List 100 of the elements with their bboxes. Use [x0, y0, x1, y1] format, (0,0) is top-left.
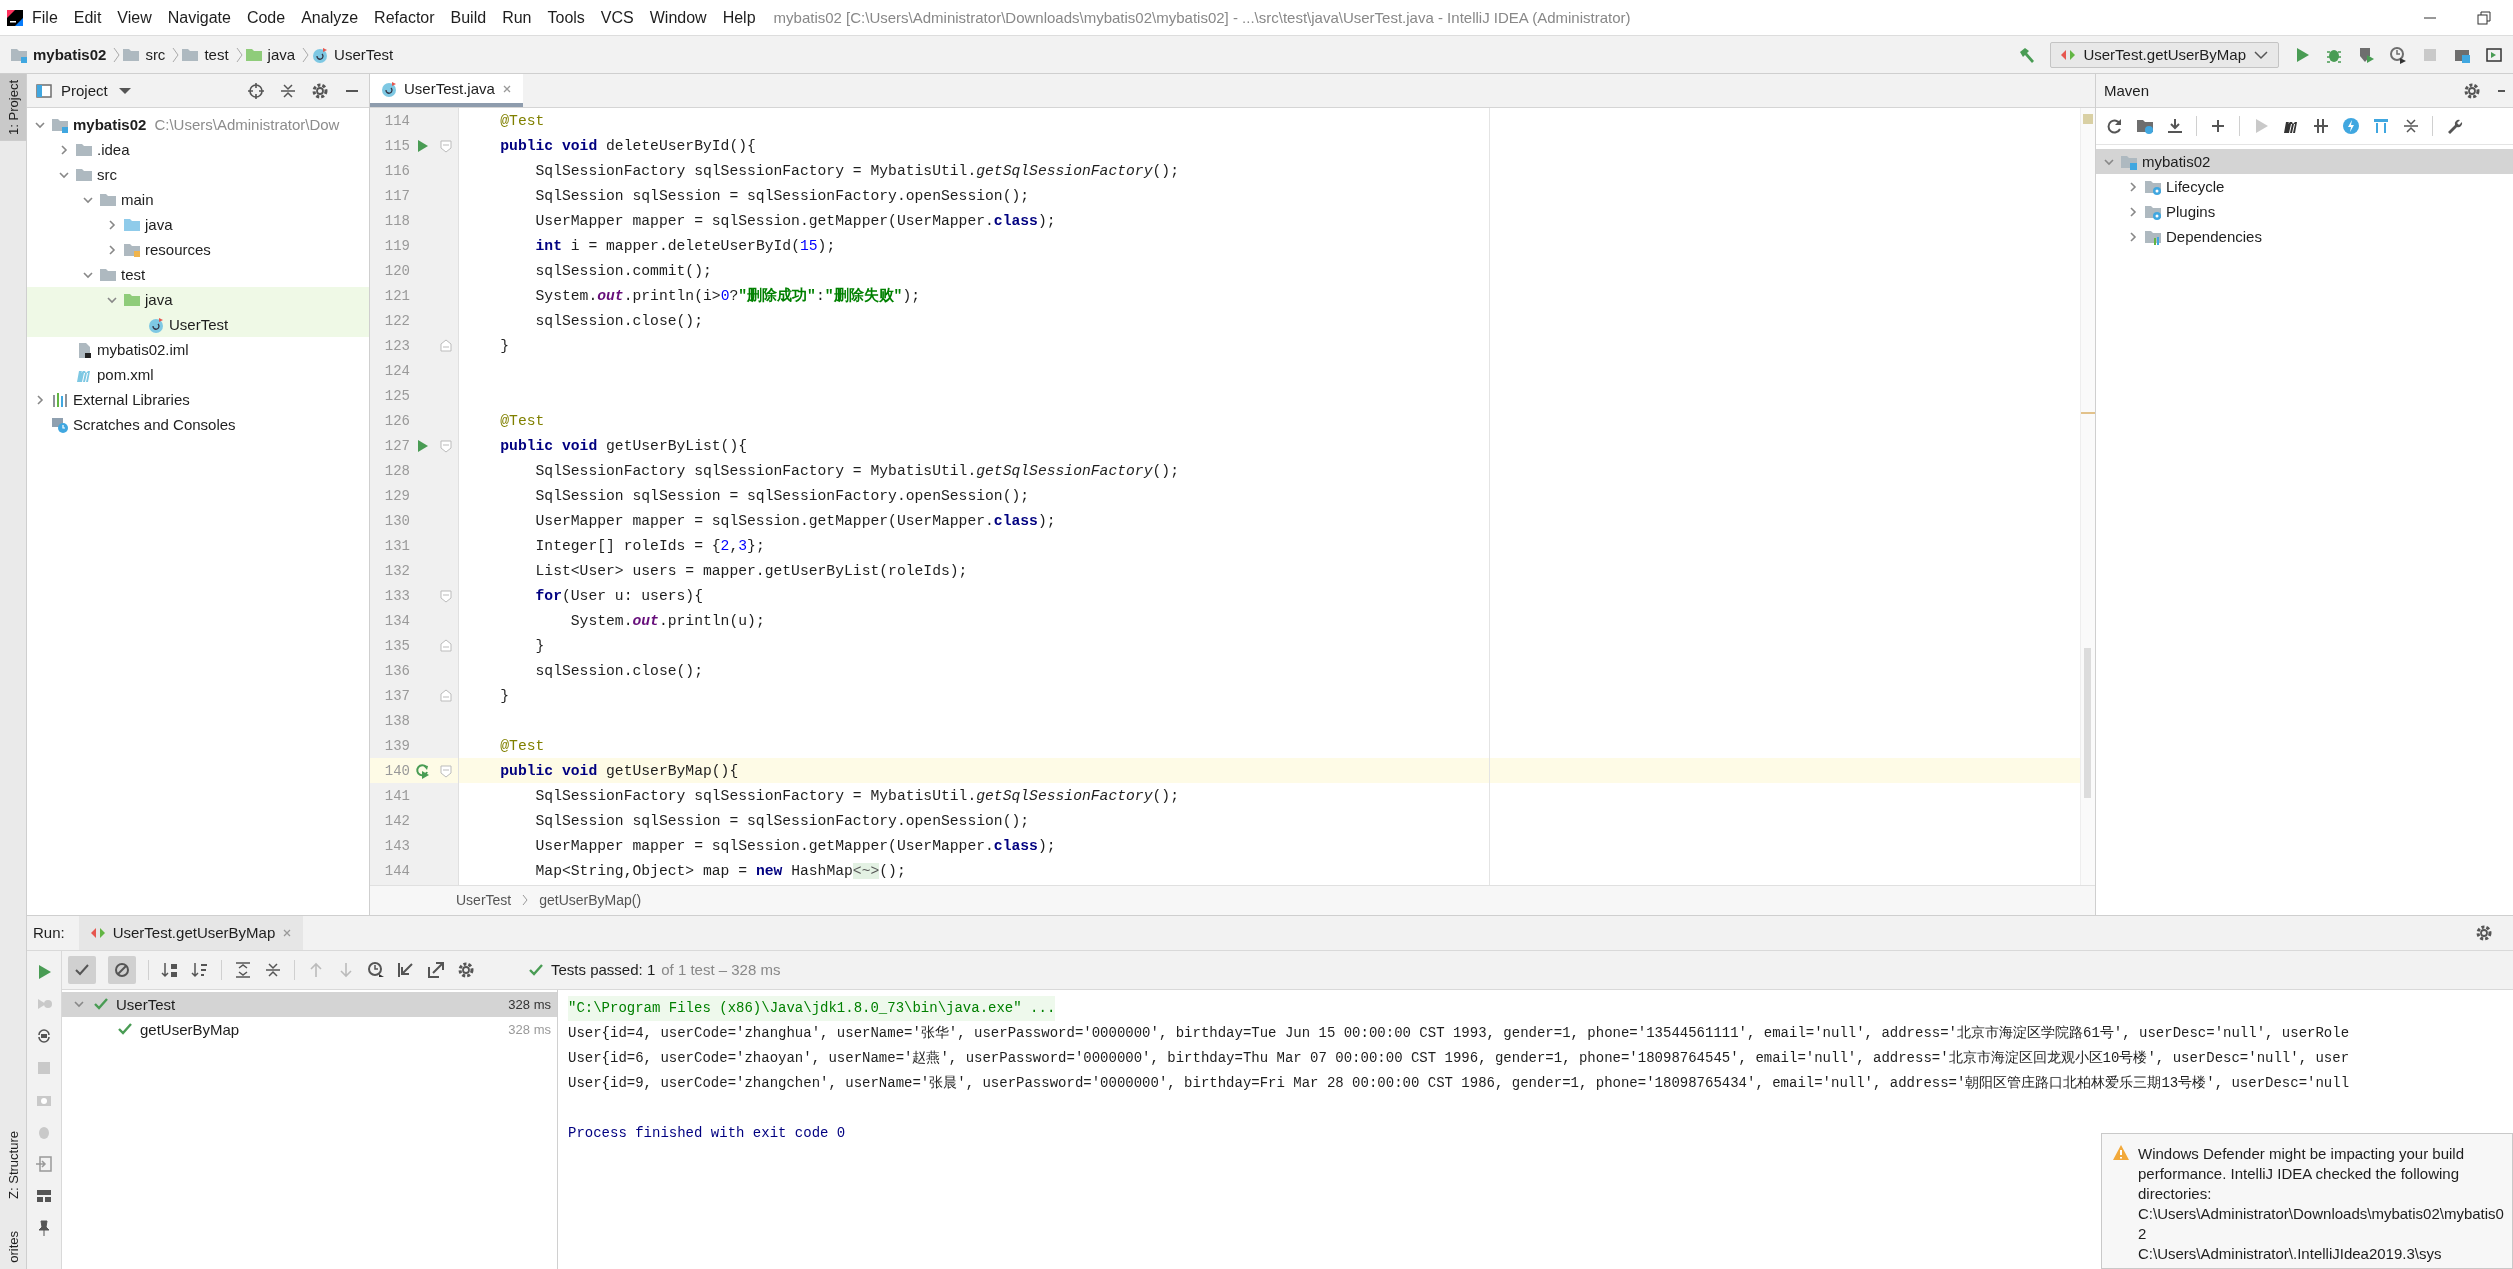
menu-item[interactable]: Tools — [539, 8, 593, 27]
line-number: 134 — [383, 612, 410, 629]
menu-item[interactable]: Run — [494, 8, 540, 27]
line-number: 143 — [383, 837, 410, 854]
tree-item[interactable]: test — [27, 262, 369, 287]
line-number: 137 — [383, 687, 410, 704]
code-line: } — [534, 636, 546, 656]
tree-item[interactable]: main — [27, 187, 369, 212]
line-number: 129 — [383, 487, 410, 504]
class-icon — [380, 79, 398, 98]
collapse-all-icon[interactable] — [264, 960, 282, 979]
code-line: } — [499, 336, 511, 356]
show-passed-toggle[interactable] — [68, 955, 96, 984]
menu-item[interactable]: VCS — [592, 8, 642, 27]
tool-window-tab[interactable]: Z: Structure — [5, 1125, 21, 1206]
profile-icon[interactable] — [2389, 45, 2407, 64]
lightning-icon[interactable] — [2342, 117, 2360, 135]
project-view-icon — [35, 81, 53, 100]
coverage-icon[interactable] — [2357, 45, 2375, 64]
editor-tab[interactable]: UserTest.java — [370, 74, 523, 107]
scrollbar-thumb[interactable] — [2084, 648, 2091, 798]
breadcrumb-item[interactable]: UserTest — [456, 892, 512, 909]
tree-item[interactable]: src — [27, 162, 369, 187]
line-number: 122 — [383, 312, 410, 329]
run-config-dropdown[interactable]: UserTest.getUserByMap — [2050, 41, 2279, 68]
tree-item[interactable]: mybatis02 C:\Users\Administrator\Dow — [27, 112, 369, 137]
tool-window-tab[interactable]: orites — [5, 1225, 21, 1269]
breadcrumb-item[interactable]: java — [244, 45, 296, 64]
line-number: 121 — [383, 287, 410, 304]
tree-item[interactable]: java — [27, 287, 369, 312]
run-tab[interactable]: UserTest.getUserByMap — [78, 915, 304, 950]
line-number: 127 — [383, 437, 410, 454]
collapse-all-icon[interactable] — [279, 81, 297, 100]
window-layout-icon[interactable] — [2485, 45, 2503, 64]
sort-alpha-icon[interactable] — [161, 960, 179, 979]
menu-item[interactable]: Edit — [65, 8, 110, 27]
toggle-auto-test-icon[interactable] — [35, 1026, 53, 1045]
show-dependencies-icon[interactable] — [2372, 117, 2390, 135]
menu-item[interactable]: Help — [714, 8, 764, 27]
project-tool-tab[interactable]: 1: Project — [0, 74, 26, 141]
history-icon[interactable] — [367, 960, 385, 979]
menu-item[interactable]: View — [109, 8, 160, 27]
test-tree-row[interactable]: UserTest 328 ms — [62, 991, 557, 1017]
menu-item[interactable]: Refactor — [366, 8, 443, 27]
tree-item[interactable]: Plugins — [2096, 199, 2513, 224]
breadcrumb-item[interactable]: getUserByMap() — [539, 892, 642, 909]
hammer-icon[interactable] — [2018, 45, 2037, 64]
restore-icon[interactable] — [2475, 8, 2493, 27]
tree-item[interactable]: Scratches and Consoles — [27, 412, 369, 437]
line-number: 139 — [383, 737, 410, 754]
code-line: List<User> users = mapper.getUserByList(roleIds); — [534, 561, 969, 581]
breadcrumb-item[interactable]: src — [122, 45, 166, 64]
tree-item[interactable]: External Libraries — [27, 387, 369, 412]
code-line: public void deleteUserById(){ — [499, 136, 757, 156]
exit-icon[interactable] — [35, 1154, 53, 1173]
reload-icon[interactable] — [2106, 117, 2124, 135]
menu-item[interactable]: Build — [442, 8, 495, 27]
import-icon[interactable] — [397, 960, 415, 979]
locate-icon[interactable] — [247, 81, 265, 100]
settings-icon[interactable] — [311, 81, 329, 100]
menu-item[interactable]: File — [24, 8, 66, 27]
menu-item[interactable]: Navigate — [159, 8, 239, 27]
code-line: SqlSession sqlSession = sqlSessionFactory.openSession(); — [534, 811, 1031, 831]
code-line: UserMapper mapper = sqlSession.getMapper(UserMapper.class); — [534, 511, 1057, 531]
breadcrumb-item[interactable]: UserTest — [311, 45, 394, 64]
tree-item[interactable]: mybatis02 — [2096, 149, 2513, 174]
menu-item[interactable]: Code — [238, 8, 294, 27]
breadcrumb-item[interactable]: test — [181, 45, 229, 64]
code-line: sqlSession.commit(); — [534, 261, 713, 281]
expand-all-icon[interactable] — [234, 960, 252, 979]
add-icon[interactable] — [2209, 117, 2227, 135]
console-line: User{id=9, userCode='zhangchen', userName='张晨', userPassword='0000000', birthday=Fri Mar 28 00:00:00 CST 1986, gender=1, phone='18098765434', email='null', address='朝阳区管庄路口北柏林爱乐三期13号楼', userDesc='null — [568, 1074, 2350, 1094]
directory-path: C:\Users\Administrator\.IntelliJIdea2019.3\sys — [2138, 1244, 2443, 1264]
tree-item[interactable]: mybatis02.iml — [27, 337, 369, 362]
collapse-all-icon[interactable] — [2402, 117, 2420, 135]
panel-title: Maven — [2104, 82, 2150, 99]
show-ignored-toggle[interactable] — [108, 955, 136, 984]
line-number: 123 — [383, 337, 410, 354]
sort-duration-icon[interactable] — [191, 960, 209, 979]
settings-icon[interactable] — [2463, 81, 2481, 100]
tree-item[interactable]: pom.xml — [27, 362, 369, 387]
tree-item[interactable]: Dependencies — [2096, 224, 2513, 249]
line-number: 142 — [383, 812, 410, 829]
tree-item[interactable]: java — [27, 212, 369, 237]
tree-item[interactable]: .idea — [27, 137, 369, 162]
breadcrumb-item[interactable]: mybatis02 — [10, 45, 107, 64]
warning-icon — [2112, 1144, 2130, 1162]
menu-item[interactable]: Window — [641, 8, 715, 27]
settings-icon[interactable] — [2475, 923, 2493, 942]
tree-item[interactable]: resources — [27, 237, 369, 262]
settings-icon[interactable] — [457, 960, 475, 979]
tree-item[interactable]: Lifecycle — [2096, 174, 2513, 199]
tree-item[interactable]: UserTest — [27, 312, 369, 337]
folder-reload-icon[interactable] — [2136, 117, 2154, 135]
download-icon[interactable] — [2166, 117, 2184, 135]
menu-item[interactable]: Analyze — [293, 8, 367, 27]
toggle-offline-icon[interactable] — [2312, 117, 2330, 135]
panel-title[interactable]: Project — [61, 82, 108, 99]
test-tree-row[interactable]: getUserByMap 328 ms — [62, 1016, 557, 1042]
export-icon[interactable] — [427, 960, 445, 979]
